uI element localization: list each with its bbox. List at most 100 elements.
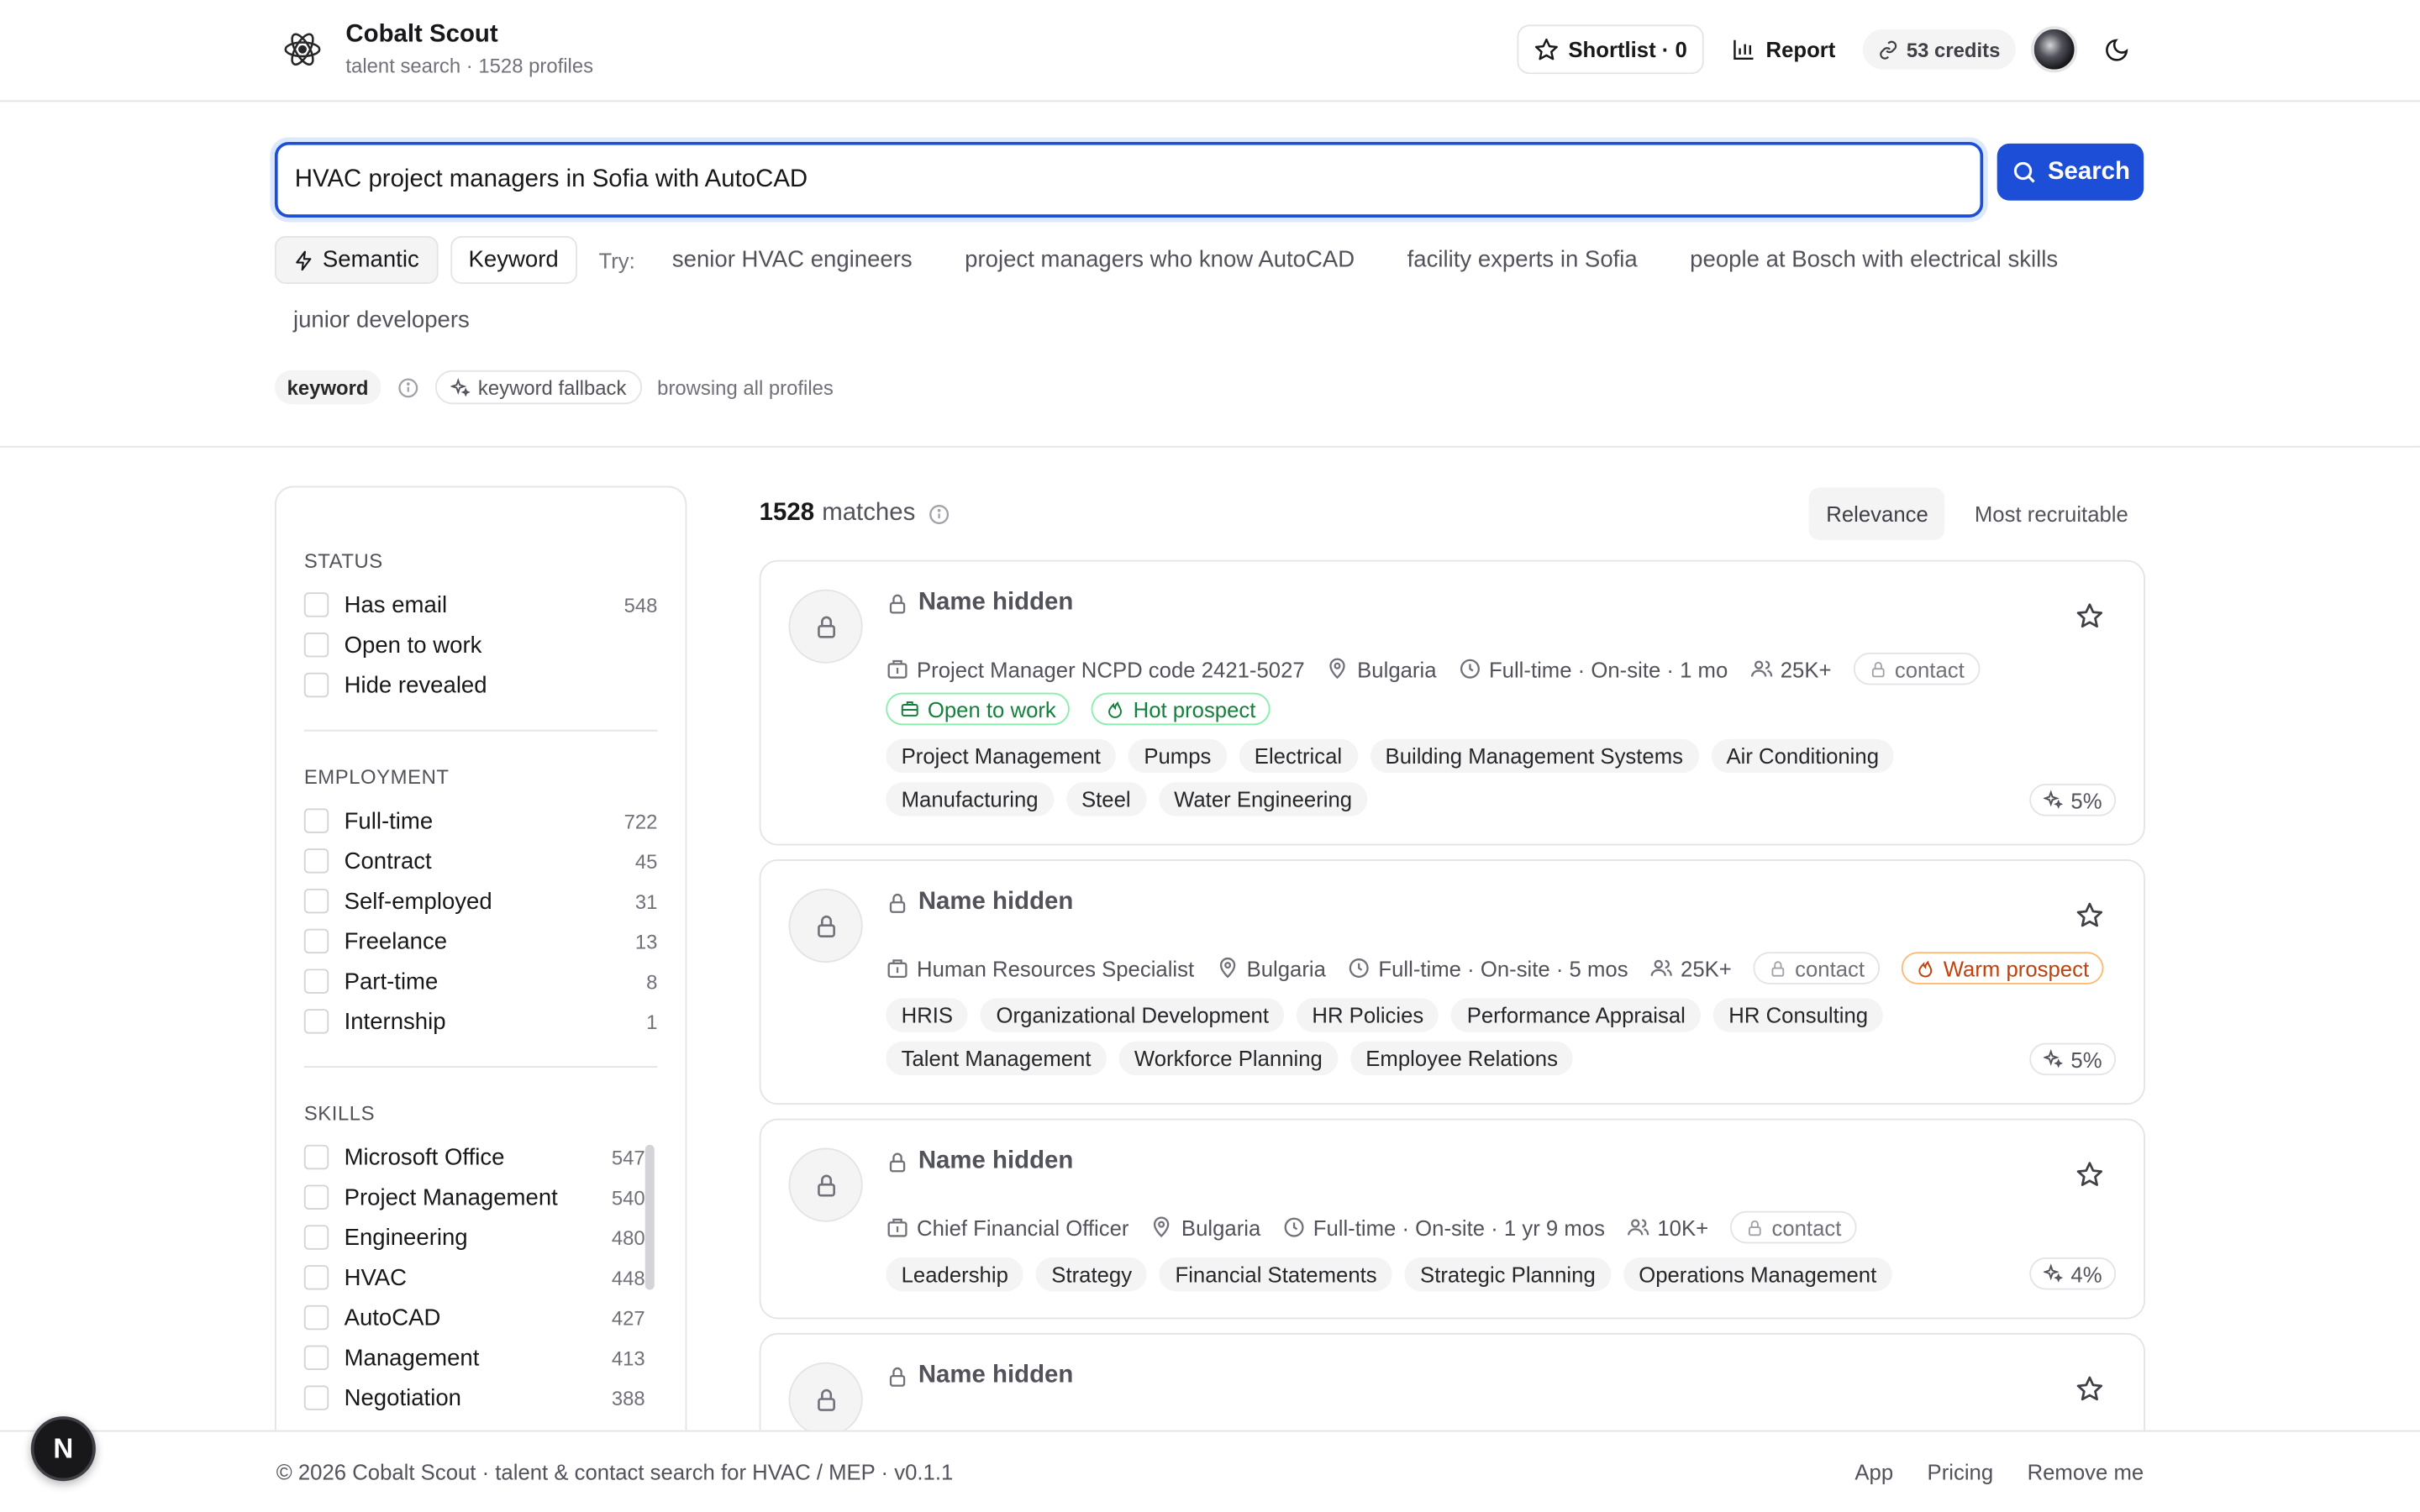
location: Bulgaria	[1181, 1215, 1261, 1240]
checkbox[interactable]	[303, 672, 329, 698]
footer-link-app[interactable]: App	[1854, 1460, 1893, 1484]
filter-part-time[interactable]: Part-time 8	[303, 961, 657, 1001]
contact-pill[interactable]: contact	[1753, 952, 1881, 984]
lock-icon	[889, 1152, 906, 1172]
sort-relevance-button[interactable]: Relevance	[1809, 487, 1945, 540]
user-avatar[interactable]	[2031, 26, 2078, 73]
score-value: 5%	[2070, 1047, 2102, 1072]
shortlist-label: Shortlist · 0	[1568, 37, 1687, 62]
checkbox[interactable]	[303, 1009, 329, 1034]
lock-icon	[889, 893, 906, 912]
filter-skill-item[interactable]: AutoCAD 427	[303, 1298, 645, 1338]
suggestion-chip[interactable]: facility experts in Sofia	[1392, 236, 1653, 284]
tag-label: Hot prospect	[1133, 696, 1256, 722]
locked-avatar	[788, 1362, 863, 1436]
profile-card[interactable]: Name hidden Project Manager NCPD code 24…	[759, 559, 2146, 846]
checkbox[interactable]	[303, 969, 329, 994]
filter-label: Negotiation	[344, 1384, 461, 1411]
location: Bulgaria	[1246, 955, 1326, 981]
users-icon	[1750, 660, 1772, 677]
employment-info: Full-time · On-site · 5 mos	[1378, 955, 1628, 981]
checkbox[interactable]	[303, 592, 329, 617]
checkbox[interactable]	[303, 1305, 329, 1331]
checkbox[interactable]	[303, 1265, 329, 1290]
shortlist-star-icon[interactable]	[2075, 901, 2103, 929]
dev-tools-badge[interactable]: N	[30, 1416, 96, 1482]
shortlist-star-icon[interactable]	[2075, 601, 2103, 629]
results-header: 1528 matches Relevance Most recruitable	[760, 487, 2145, 540]
top-header: Cobalt Scout talent search · 1528 profil…	[0, 0, 2420, 102]
filter-count: 427	[611, 1305, 645, 1330]
filter-open-to-work[interactable]: Open to work	[303, 625, 658, 665]
filter-hide-revealed[interactable]: Hide revealed	[303, 665, 658, 706]
brand[interactable]: Cobalt Scout talent search · 1528 profil…	[281, 22, 593, 77]
checkbox[interactable]	[303, 888, 329, 914]
filter-skill-item[interactable]: Microsoft Office 547	[303, 1137, 645, 1178]
filter-self-employed[interactable]: Self-employed 31	[303, 881, 657, 921]
skills-scrollbar[interactable]	[644, 1144, 655, 1290]
skill-chip: HR Consulting	[1712, 998, 1884, 1032]
info-icon[interactable]	[928, 502, 951, 526]
filter-skill-item[interactable]: Engineering 480	[303, 1217, 645, 1257]
filter-label: HVAC	[344, 1264, 408, 1291]
checkbox[interactable]	[303, 928, 329, 954]
profile-card[interactable]: Name hidden Human Resources Specialist B…	[759, 859, 2146, 1105]
theme-toggle-button[interactable]	[2093, 26, 2139, 72]
sort-recruitable-button[interactable]: Most recruitable	[1958, 487, 2145, 539]
credits-label: 53 credits	[1906, 37, 2001, 61]
company-size: 25K+	[1780, 656, 1832, 681]
filter-count: 547	[611, 1145, 645, 1169]
skill-chip: Project Management	[886, 738, 1117, 774]
filter-skill-item[interactable]: Negotiation 388	[303, 1378, 645, 1418]
footer-link-pricing[interactable]: Pricing	[1928, 1460, 1994, 1484]
shortlist-button[interactable]: Shortlist · 0	[1517, 24, 1705, 75]
contact-pill[interactable]: contact	[1853, 652, 1981, 685]
checkbox[interactable]	[303, 808, 329, 833]
filter-section-title: SKILLS	[303, 1101, 376, 1125]
filter-skills: SKILLS Microsoft Office 547 Project Manag…	[276, 1068, 686, 1418]
search-icon	[2013, 161, 2035, 183]
filter-internship[interactable]: Internship 1	[303, 1001, 658, 1042]
profile-card[interactable]: Name hidden Chief Financial Officer Bulg…	[759, 1118, 2146, 1320]
filter-full-time[interactable]: Full-time 722	[303, 801, 657, 841]
mode-keyword-button[interactable]: Keyword	[450, 236, 577, 284]
shortlist-star-icon[interactable]	[2075, 1160, 2103, 1188]
filter-skill-item[interactable]: Management 413	[303, 1337, 645, 1378]
search-button[interactable]: Search	[1996, 143, 2144, 201]
filter-skill-item[interactable]: HVAC 448	[303, 1257, 645, 1298]
checkbox[interactable]	[303, 1345, 329, 1370]
clock-icon	[1349, 958, 1369, 979]
mode-semantic-button[interactable]: Semantic	[274, 236, 438, 284]
filter-has-email[interactable]: Has email 548	[303, 585, 657, 625]
skill-chip: Leadership	[886, 1257, 1024, 1292]
credits-badge[interactable]: 53 credits	[1863, 29, 2016, 70]
shortlist-star-icon[interactable]	[2075, 1374, 2103, 1402]
report-button[interactable]: Report	[1719, 24, 1848, 74]
checkbox[interactable]	[303, 1225, 329, 1250]
suggestion-chip[interactable]: people at Bosch with electrical skills	[1675, 236, 2074, 284]
filter-count: 1	[646, 1010, 658, 1033]
warm-prospect-tag: Warm prospect	[1902, 952, 2103, 984]
footer-link-remove-me[interactable]: Remove me	[2028, 1460, 2144, 1484]
skill-chip: Employee Relations	[1349, 1041, 1574, 1076]
checkbox[interactable]	[303, 1385, 329, 1410]
checkbox[interactable]	[303, 1184, 329, 1210]
contact-pill[interactable]: contact	[1729, 1210, 1857, 1244]
filter-freelance[interactable]: Freelance 13	[303, 921, 657, 962]
checkbox[interactable]	[303, 633, 329, 658]
building-icon	[887, 959, 908, 979]
profile-meta: Chief Financial Officer Bulgaria Full-ti…	[886, 1210, 1857, 1244]
lock-icon	[889, 593, 906, 613]
browsing-text: browsing all profiles	[657, 375, 834, 399]
skill-chip: Performance Appraisal	[1451, 998, 1702, 1032]
info-icon[interactable]	[397, 375, 420, 399]
checkbox[interactable]	[303, 1144, 329, 1170]
suggestion-chip[interactable]: senior HVAC engineers	[656, 236, 928, 284]
suggestion-chip[interactable]: project managers who know AutoCAD	[950, 236, 1370, 284]
suggestion-chip[interactable]: junior developers	[278, 297, 486, 344]
search-input[interactable]	[277, 144, 1981, 215]
checkbox[interactable]	[303, 848, 329, 874]
filter-skill-item[interactable]: Project Management 540	[303, 1177, 645, 1217]
filter-contract[interactable]: Contract 45	[303, 841, 657, 881]
skill-chip: Organizational Development	[981, 998, 1285, 1032]
